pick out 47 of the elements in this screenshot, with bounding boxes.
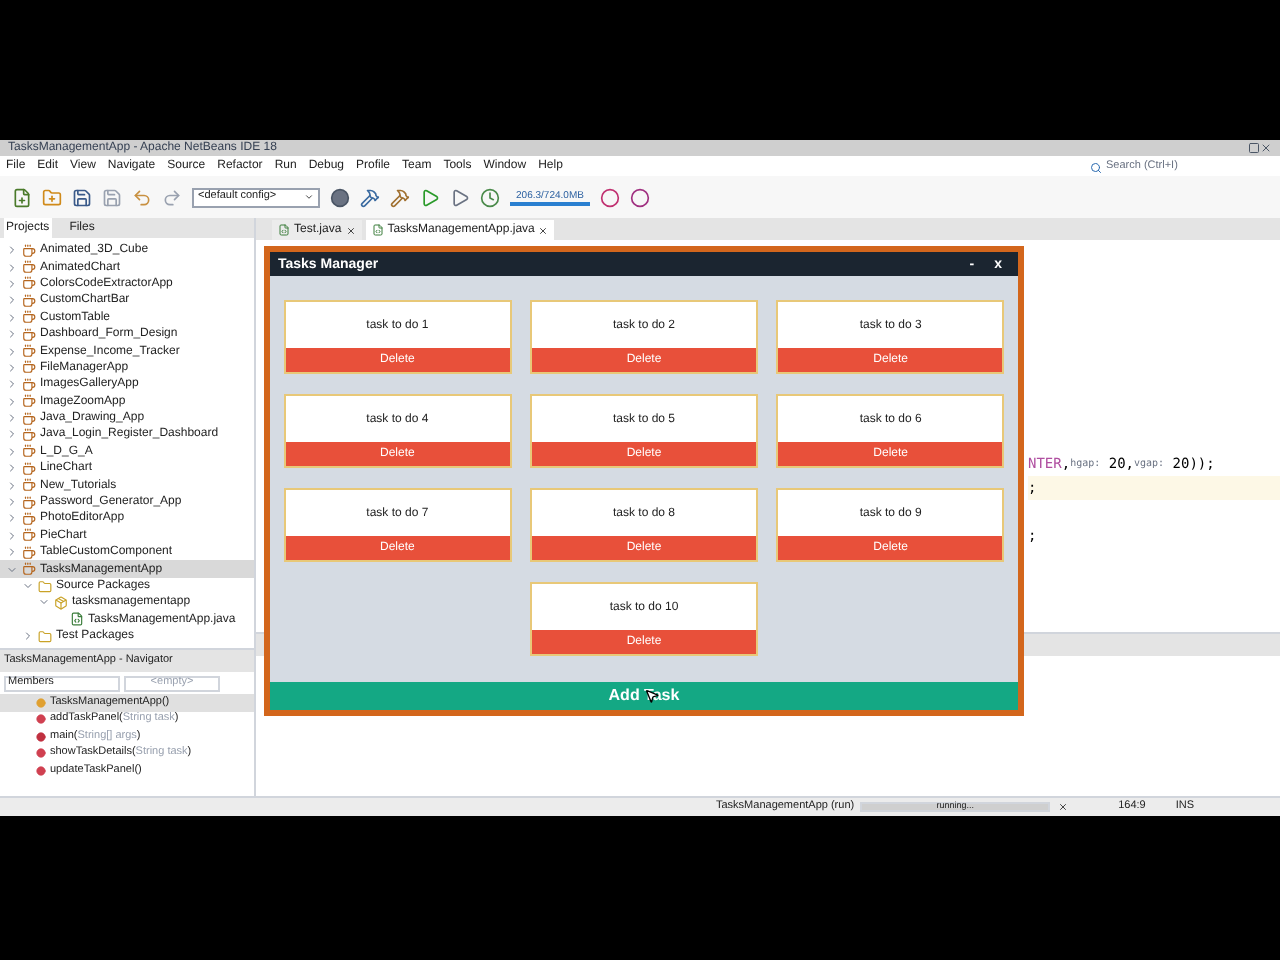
expand-icon[interactable] — [6, 294, 18, 307]
expand-icon[interactable] — [6, 378, 18, 391]
clean-build-icon[interactable] — [390, 187, 410, 207]
new-file-icon[interactable] — [12, 187, 32, 207]
expand-icon[interactable] — [6, 563, 18, 576]
expand-icon[interactable] — [6, 261, 18, 274]
expand-icon[interactable] — [22, 630, 34, 643]
expand-icon[interactable] — [6, 428, 18, 441]
run-icon[interactable] — [420, 187, 440, 207]
expand-icon[interactable] — [6, 277, 18, 290]
file-icon — [371, 224, 384, 236]
caret-icon — [304, 192, 314, 202]
expand-icon[interactable] — [6, 546, 18, 559]
expand-icon[interactable] — [6, 462, 18, 475]
package-icon — [54, 595, 68, 610]
hammer-icon[interactable] — [360, 187, 380, 207]
redo-icon[interactable] — [162, 187, 182, 207]
maximize-icon[interactable] — [1248, 142, 1260, 154]
folder-icon — [38, 579, 52, 593]
search-icon — [1090, 162, 1102, 174]
expand-icon[interactable] — [6, 479, 18, 492]
expand-icon[interactable] — [6, 395, 18, 408]
expand-icon[interactable] — [6, 345, 18, 358]
gc-icon[interactable] — [600, 187, 620, 207]
profiler-icon[interactable] — [630, 187, 650, 207]
expand-icon[interactable] — [6, 445, 18, 458]
expand-icon[interactable] — [6, 412, 18, 425]
sphere-icon[interactable] — [330, 187, 350, 207]
file-icon — [70, 612, 84, 627]
expand-icon[interactable] — [6, 328, 18, 341]
expand-icon[interactable] — [6, 496, 18, 509]
expand-icon[interactable] — [6, 244, 18, 257]
save-all-icon[interactable] — [102, 187, 122, 207]
close-icon[interactable] — [1260, 142, 1272, 154]
expand-icon[interactable] — [22, 580, 34, 592]
new-folder-icon[interactable] — [42, 187, 62, 207]
expand-icon[interactable] — [6, 512, 18, 525]
clock-icon[interactable] — [480, 187, 500, 207]
expand-icon[interactable] — [38, 596, 50, 609]
expand-icon[interactable] — [6, 529, 18, 542]
debug-icon[interactable] — [450, 187, 470, 207]
save-icon[interactable] — [72, 187, 92, 207]
expand-icon[interactable] — [6, 361, 18, 374]
folder-icon — [38, 629, 52, 644]
undo-icon[interactable] — [132, 187, 152, 207]
file-icon — [278, 224, 290, 236]
expand-icon[interactable] — [6, 311, 18, 324]
